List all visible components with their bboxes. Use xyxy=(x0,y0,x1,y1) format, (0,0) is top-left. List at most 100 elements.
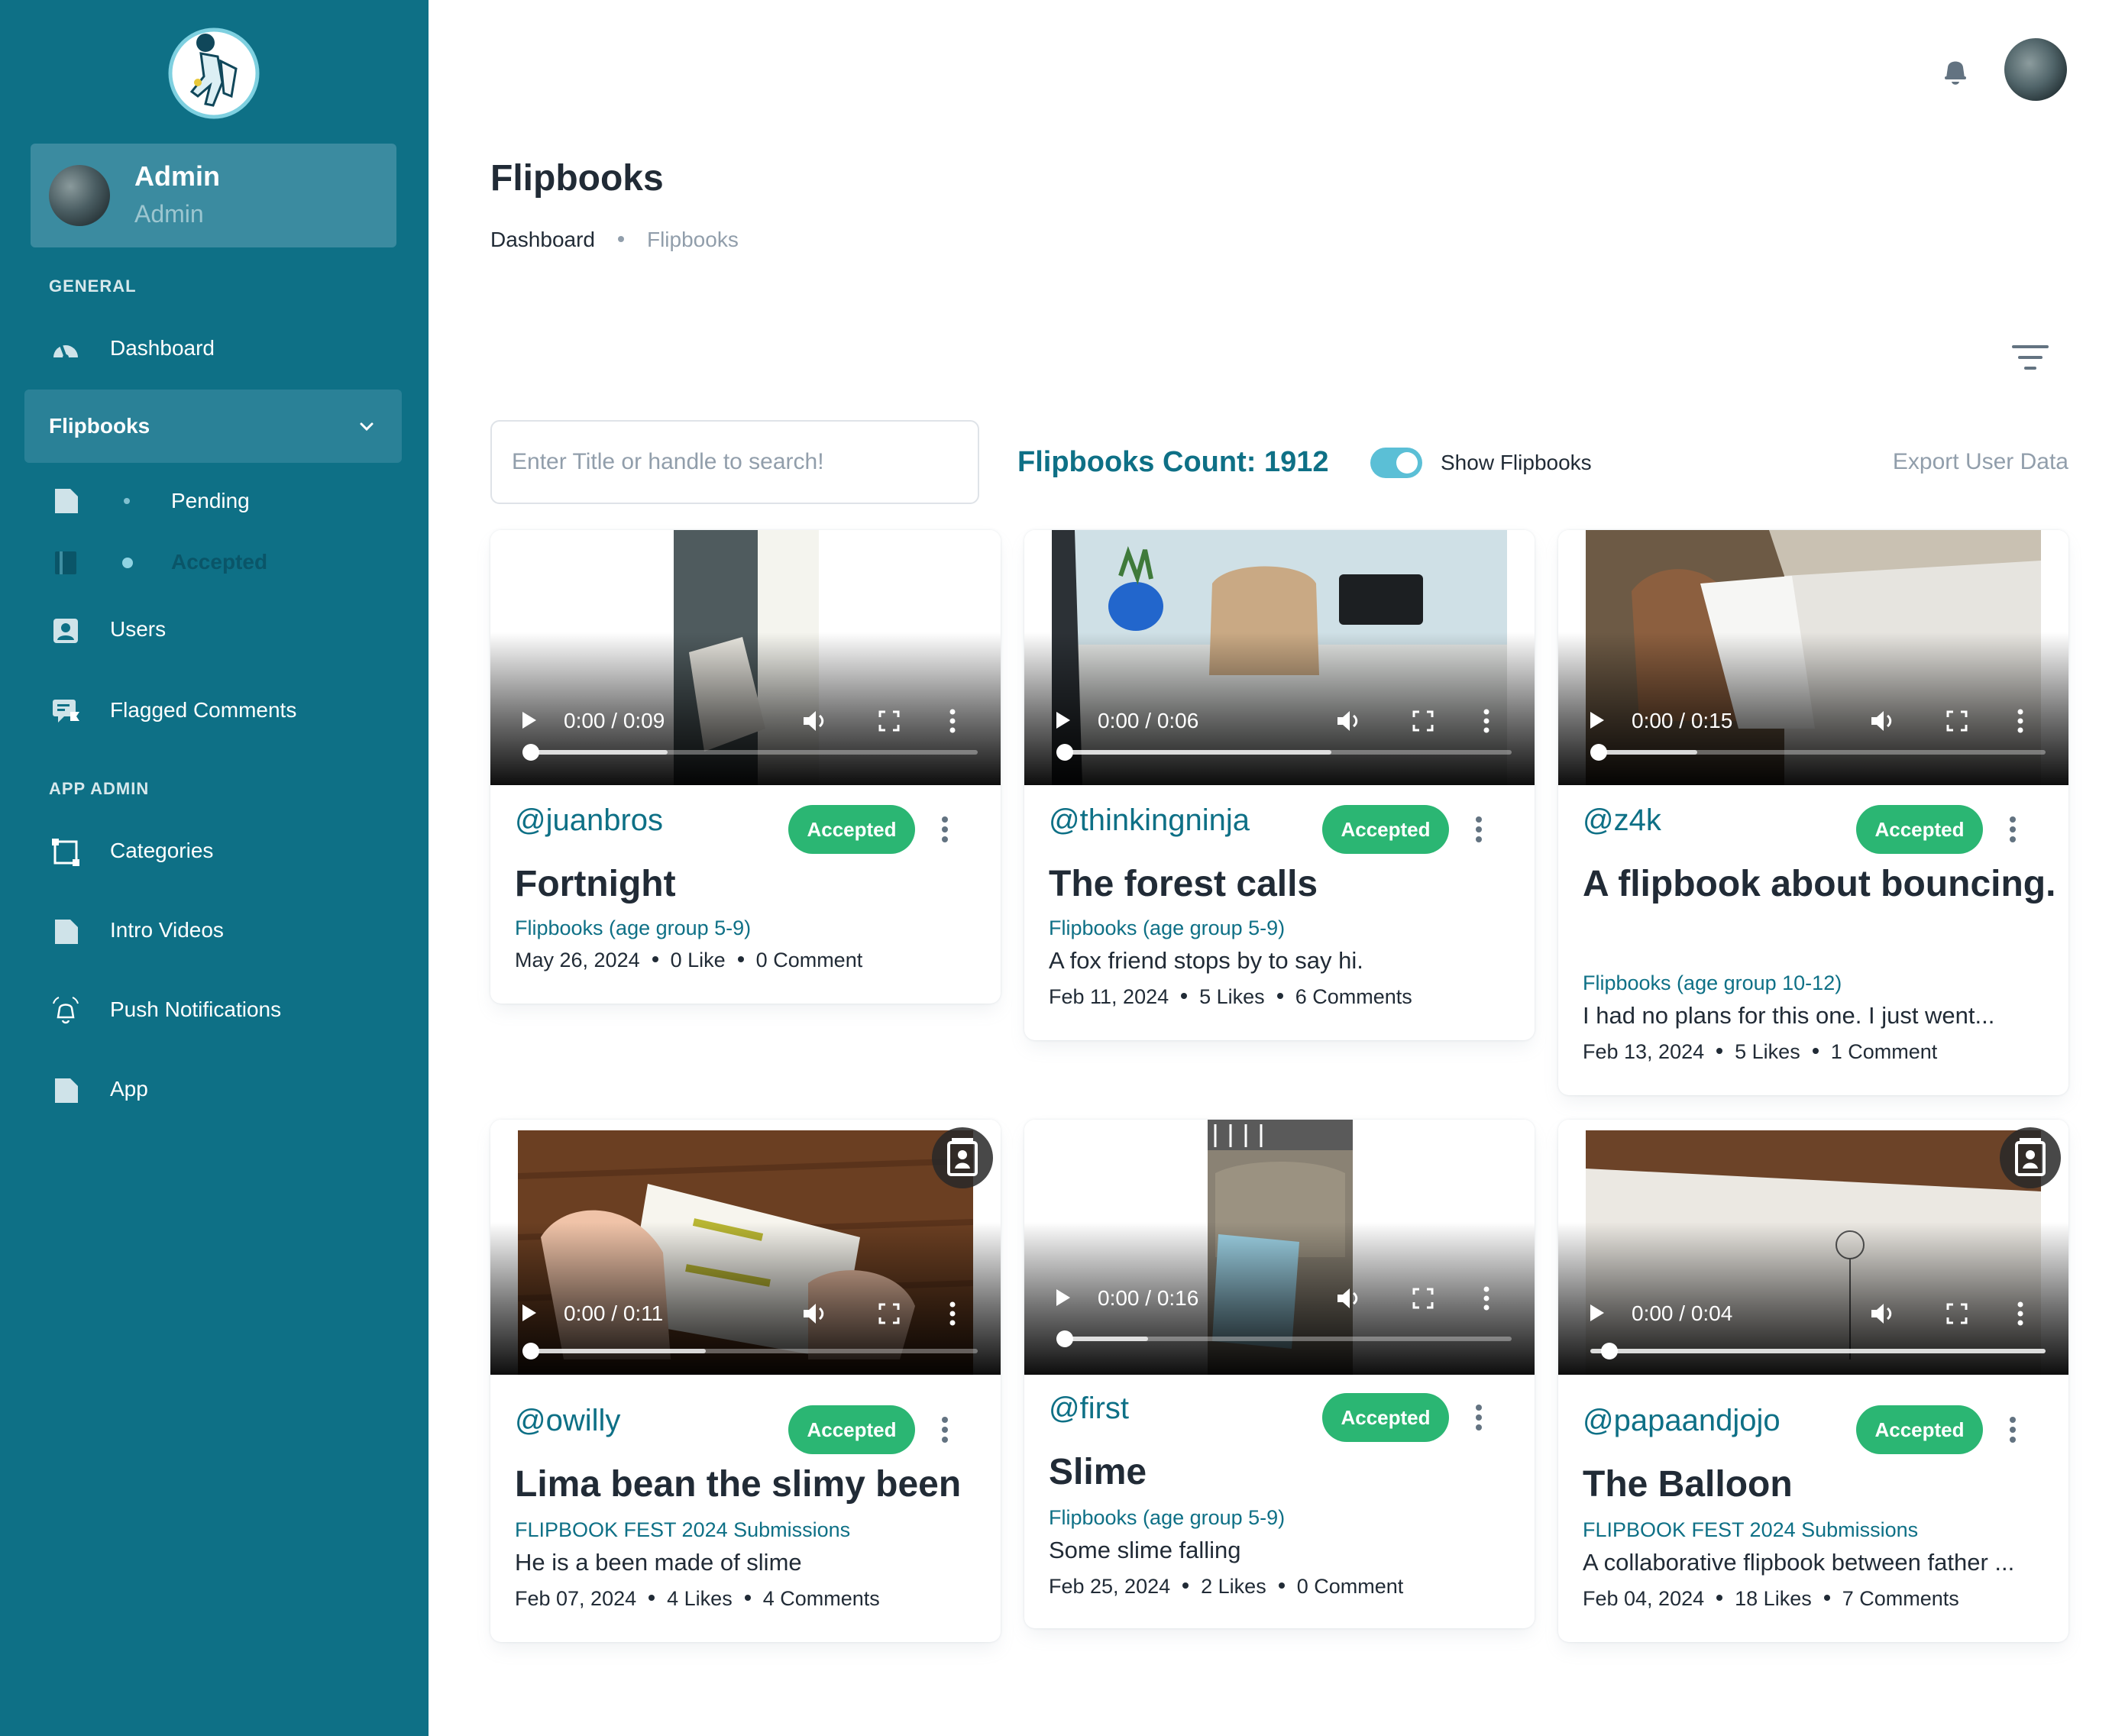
progress-knob[interactable] xyxy=(1590,744,1607,761)
fullscreen-icon[interactable] xyxy=(878,710,900,732)
progress-track[interactable] xyxy=(1590,744,2046,761)
contact-card-icon[interactable] xyxy=(2000,1127,2061,1188)
app-logo-icon[interactable] xyxy=(167,23,260,124)
flipbook-description: He is a been made of slime xyxy=(515,1549,802,1576)
bell-icon[interactable] xyxy=(1940,53,1971,87)
more-vertical-icon[interactable] xyxy=(1475,1404,1483,1431)
video-player[interactable]: 0:00 / 0:11 xyxy=(490,1120,1001,1375)
sidebar-item-intro-videos[interactable]: Intro Videos xyxy=(24,892,402,965)
more-vertical-icon[interactable] xyxy=(1483,709,1490,733)
video-player[interactable]: 0:00 / 0:04 xyxy=(1558,1120,2068,1375)
author-handle[interactable]: @juanbros xyxy=(515,803,663,838)
breadcrumb-current: Flipbooks xyxy=(646,228,739,251)
more-vertical-icon[interactable] xyxy=(949,709,956,733)
progress-knob[interactable] xyxy=(1056,744,1073,761)
more-vertical-icon[interactable] xyxy=(2009,1416,2017,1443)
play-icon[interactable] xyxy=(521,710,538,730)
progress-track[interactable] xyxy=(1056,744,1512,761)
flipbook-likes: 4 Likes xyxy=(667,1587,733,1610)
breadcrumb: Dashboard Flipbooks xyxy=(490,228,739,252)
video-player[interactable]: 0:00 / 0:06 xyxy=(1024,530,1535,785)
volume-icon[interactable] xyxy=(1870,709,1897,733)
author-handle[interactable]: @thinkingninja xyxy=(1049,803,1250,838)
progress-knob[interactable] xyxy=(522,1343,539,1359)
play-icon[interactable] xyxy=(521,1303,538,1323)
contact-card-icon[interactable] xyxy=(932,1127,993,1188)
flipbook-description: A collaborative flipbook between father … xyxy=(1583,1549,2015,1576)
chevron-down-icon xyxy=(360,422,374,432)
sidebar-item-push-notifications[interactable]: Push Notifications xyxy=(24,971,402,1045)
play-icon[interactable] xyxy=(1589,710,1606,730)
volume-icon[interactable] xyxy=(1870,1301,1897,1326)
sidebar-item-users[interactable]: Users xyxy=(24,591,402,664)
flipbook-card: 0:00 / 0:11 @owilly Accepted Lima bean t… xyxy=(490,1120,1001,1642)
more-vertical-icon[interactable] xyxy=(1483,1286,1490,1311)
toggle-knob xyxy=(1396,452,1418,474)
volume-icon[interactable] xyxy=(802,709,830,733)
flipbook-likes: 5 Likes xyxy=(1199,985,1265,1008)
fullscreen-icon[interactable] xyxy=(1946,710,1968,732)
search-input[interactable] xyxy=(490,420,979,504)
progress-knob[interactable] xyxy=(1056,1330,1073,1347)
sidebar-item-categories[interactable]: Categories xyxy=(24,813,402,886)
status-badge: Accepted xyxy=(788,1405,915,1454)
fullscreen-icon[interactable] xyxy=(1412,1288,1434,1309)
sidebar-item-dashboard[interactable]: Dashboard xyxy=(24,310,402,383)
volume-icon[interactable] xyxy=(1336,709,1363,733)
flipbook-meta: Feb 11, 2024 5 Likes 6 Comments xyxy=(1049,985,1412,1009)
play-icon[interactable] xyxy=(1055,1288,1072,1308)
author-handle[interactable]: @first xyxy=(1049,1392,1129,1426)
sidebar-item-label: Categories xyxy=(110,839,214,862)
export-user-data-link[interactable]: Export User Data xyxy=(1893,449,2068,475)
volume-icon[interactable] xyxy=(802,1301,830,1326)
filter-icon[interactable] xyxy=(2010,342,2050,373)
video-player[interactable]: 0:00 / 0:16 xyxy=(1024,1120,1535,1375)
progress-knob[interactable] xyxy=(1601,1343,1618,1359)
more-vertical-icon[interactable] xyxy=(941,816,949,843)
sidebar-item-label: Accepted xyxy=(171,550,268,574)
fullscreen-icon[interactable] xyxy=(1946,1303,1968,1324)
video-player[interactable]: 0:00 / 0:15 xyxy=(1558,530,2068,785)
show-flipbooks-toggle[interactable] xyxy=(1370,448,1422,478)
flipbook-likes: 5 Likes xyxy=(1735,1040,1800,1063)
flipbook-title: The forest calls xyxy=(1049,864,1318,904)
sidebar-item-flagged-comments[interactable]: Flagged Comments xyxy=(24,672,402,745)
user-avatar[interactable] xyxy=(2004,38,2067,101)
buffer-bar xyxy=(1590,1349,2046,1353)
fullscreen-icon[interactable] xyxy=(878,1303,900,1324)
sidebar-item-accepted[interactable]: Accepted xyxy=(24,532,402,593)
flipbooks-count: Flipbooks Count: 1912 xyxy=(1017,446,1329,478)
sidebar-item-app[interactable]: App xyxy=(24,1051,402,1124)
progress-track[interactable] xyxy=(522,1343,978,1359)
play-icon[interactable] xyxy=(1055,710,1072,730)
fullscreen-icon[interactable] xyxy=(1412,710,1434,732)
more-vertical-icon[interactable] xyxy=(1475,816,1483,843)
more-vertical-icon[interactable] xyxy=(2017,1301,2024,1326)
volume-icon[interactable] xyxy=(1336,1286,1363,1311)
progress-track[interactable] xyxy=(1590,1343,2046,1359)
author-handle[interactable]: @z4k xyxy=(1583,803,1661,838)
play-icon[interactable] xyxy=(1589,1303,1606,1323)
account-role: Admin xyxy=(134,200,204,228)
buffer-bar xyxy=(1056,750,1331,755)
author-handle[interactable]: @owilly xyxy=(515,1404,620,1438)
breadcrumb-link-dashboard[interactable]: Dashboard xyxy=(490,228,595,251)
account-card[interactable]: Admin Admin xyxy=(31,144,396,247)
bullet-dot xyxy=(122,558,133,568)
more-vertical-icon[interactable] xyxy=(2009,816,2017,843)
progress-knob[interactable] xyxy=(522,744,539,761)
more-vertical-icon[interactable] xyxy=(941,1416,949,1443)
more-vertical-icon[interactable] xyxy=(949,1301,956,1326)
flipbook-date: Feb 07, 2024 xyxy=(515,1587,637,1610)
progress-track[interactable] xyxy=(1056,1330,1512,1347)
sidebar-item-pending[interactable]: Pending xyxy=(24,470,402,532)
flipbook-meta: Feb 25, 2024 2 Likes 0 Comment xyxy=(1049,1575,1403,1599)
video-player[interactable]: 0:00 / 0:09 xyxy=(490,530,1001,785)
progress-track[interactable] xyxy=(522,744,978,761)
flipbook-category: FLIPBOOK FEST 2024 Submissions xyxy=(515,1518,851,1541)
sidebar-item-flipbooks[interactable]: Flipbooks xyxy=(24,390,402,463)
user-icon xyxy=(53,619,78,643)
more-vertical-icon[interactable] xyxy=(2017,709,2024,733)
flipbook-category: Flipbooks (age group 5-9) xyxy=(515,916,752,939)
author-handle[interactable]: @papaandjojo xyxy=(1583,1404,1781,1438)
